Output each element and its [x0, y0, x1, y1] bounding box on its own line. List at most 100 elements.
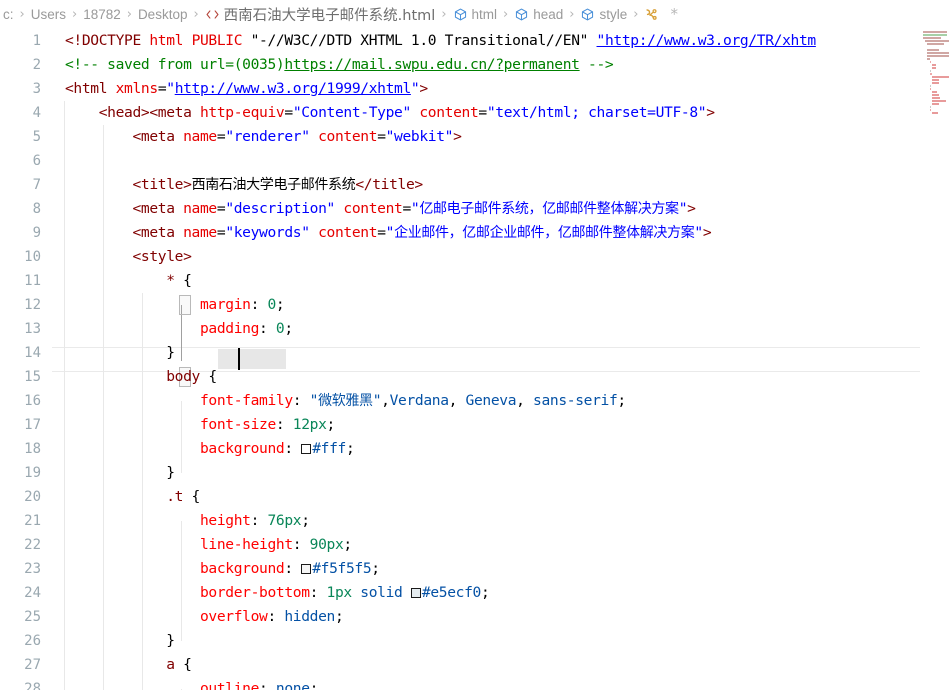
line-number: 15 — [24, 369, 41, 385]
minimap-line — [929, 61, 931, 63]
code-line-1[interactable]: <!DOCTYPE html PUBLIC "-//W3C//DTD XHTML… — [65, 29, 816, 53]
line-number: 10 — [24, 249, 41, 265]
minimap-line — [923, 31, 947, 33]
occurrence-highlight — [218, 349, 286, 369]
code-line-21[interactable]: height: 76px; — [65, 509, 310, 533]
minimap-line — [925, 40, 949, 42]
line-number: 26 — [24, 633, 41, 649]
code-line-9[interactable]: <meta name="keywords" content="企业邮件，亿邮企业… — [65, 221, 712, 245]
minimap-line — [931, 67, 937, 69]
breadcrumb-separator: › — [569, 6, 575, 22]
color-swatch[interactable] — [301, 444, 312, 454]
breadcrumb-item-desktop[interactable]: Desktop — [137, 7, 189, 22]
breadcrumb-item-css-selector[interactable] — [643, 7, 664, 22]
code-line-26[interactable]: } — [65, 629, 175, 653]
code-line-13[interactable]: padding: 0; — [65, 317, 293, 341]
line-number: 2 — [32, 57, 41, 73]
minimap-line — [931, 94, 940, 96]
breadcrumb-separator: › — [503, 6, 509, 22]
breadcrumb-separator: › — [193, 6, 199, 22]
minimap-line — [929, 109, 931, 111]
line-number: 22 — [24, 537, 41, 553]
line-number: 18 — [24, 441, 41, 457]
code-line-8[interactable]: <meta name="description" content="亿邮电子邮件… — [65, 197, 696, 221]
code-line-23[interactable]: background: #f5f5f5; — [65, 557, 380, 581]
code-line-3[interactable]: <html xmlns="http://www.w3.org/1999/xhtm… — [65, 77, 428, 101]
symbol-cube-icon — [453, 7, 468, 22]
line-number: 25 — [24, 609, 41, 625]
symbol-cube-icon — [580, 7, 595, 22]
code-line-16[interactable]: font-family: "微软雅黑",Verdana, Geneva, san… — [65, 389, 626, 413]
line-number: 11 — [24, 273, 41, 289]
code-line-20[interactable]: .t { — [65, 485, 200, 509]
code-line-24[interactable]: border-bottom: 1px solid #e5ecf0; — [65, 581, 490, 605]
breadcrumb-label: html — [471, 6, 498, 22]
code-line-14[interactable]: } — [65, 341, 175, 365]
code-line-2[interactable]: <!-- saved from url=(0035)https://mail.s… — [65, 53, 614, 77]
breadcrumb-label: 西南石油大学电子邮件系统.html — [223, 7, 436, 24]
code-line-15[interactable]: body { — [65, 365, 217, 389]
line-number: 24 — [24, 585, 41, 601]
line-number: 19 — [24, 465, 41, 481]
minimap-line — [923, 34, 947, 36]
breadcrumb-separator: › — [71, 6, 78, 22]
line-number: 17 — [24, 417, 41, 433]
code-line-11[interactable]: * { — [65, 269, 192, 293]
color-swatch[interactable] — [410, 588, 421, 598]
line-number: 14 — [24, 345, 41, 361]
code-line-17[interactable]: font-size: 12px; — [65, 413, 335, 437]
minimap-line — [927, 55, 949, 57]
code-line-28[interactable]: outline: none; — [65, 677, 318, 690]
code-line-7[interactable]: <title>西南石油大学电子邮件系统</title> — [65, 173, 424, 197]
breadcrumb-item-drive[interactable]: c: — [2, 7, 15, 22]
minimap-line — [923, 37, 942, 39]
minimap-line — [929, 73, 933, 75]
code-line-27[interactable]: a { — [65, 653, 192, 677]
minimap-line — [931, 64, 936, 66]
code-content[interactable]: <!DOCTYPE html PUBLIC "-//W3C//DTD XHTML… — [52, 29, 949, 690]
color-swatch[interactable] — [301, 564, 312, 574]
line-number: 1 — [32, 33, 41, 49]
breadcrumb-item-head[interactable]: head — [513, 7, 564, 22]
css-selector-icon — [644, 7, 659, 22]
minimap-line — [931, 91, 938, 93]
code-line-18[interactable]: background: #fff; — [65, 437, 355, 461]
editor-minimap[interactable] — [920, 29, 949, 690]
breadcrumb-item-html[interactable]: html — [452, 7, 499, 22]
breadcrumb-item-user-folder[interactable]: 18782 — [82, 7, 122, 22]
line-number: 8 — [32, 201, 41, 217]
text-caret — [238, 348, 240, 370]
breadcrumb-item-file[interactable]: 西南石油大学电子邮件系统.html — [204, 4, 437, 25]
line-number: 20 — [24, 489, 41, 505]
line-number: 4 — [32, 105, 41, 121]
breadcrumb-separator: › — [441, 6, 447, 22]
breadcrumb-separator: › — [126, 6, 132, 22]
minimap-line — [931, 79, 939, 81]
code-line-4[interactable]: <head><meta http-equiv="Content-Type" co… — [65, 101, 715, 125]
breadcrumb-item-users[interactable]: Users — [30, 7, 67, 22]
code-brackets-icon — [205, 7, 220, 22]
breadcrumb-separator: › — [19, 6, 25, 22]
minimap-line — [931, 103, 939, 105]
code-editor[interactable]: 1 2 3 4 5 6 7 8 9 10 11 12 13 14 15 16 1… — [0, 29, 949, 690]
code-line-25[interactable]: overflow: hidden; — [65, 605, 344, 629]
line-number: 23 — [24, 561, 41, 577]
minimap-line — [931, 97, 941, 99]
dirty-marker: * — [670, 5, 678, 23]
code-line-22[interactable]: line-height: 90px; — [65, 533, 352, 557]
code-line-12[interactable]: margin: 0; — [65, 293, 285, 317]
line-number: 28 — [24, 681, 41, 690]
code-line-5[interactable]: <meta name="renderer" content="webkit"> — [65, 125, 462, 149]
code-line-10[interactable]: <style> — [65, 245, 192, 269]
minimap-line — [931, 100, 946, 102]
color-value: #fff — [312, 440, 346, 457]
code-line-19[interactable]: } — [65, 461, 175, 485]
breadcrumb-separator: › — [633, 6, 639, 22]
breadcrumb-label: Users — [30, 6, 66, 22]
breadcrumb-label: head — [533, 6, 564, 22]
minimap-line — [927, 43, 944, 45]
line-number: 16 — [24, 393, 41, 409]
line-number-gutter: 1 2 3 4 5 6 7 8 9 10 11 12 13 14 15 16 1… — [0, 29, 52, 690]
line-number: 9 — [32, 225, 41, 241]
breadcrumb-item-style[interactable]: style — [579, 7, 628, 22]
